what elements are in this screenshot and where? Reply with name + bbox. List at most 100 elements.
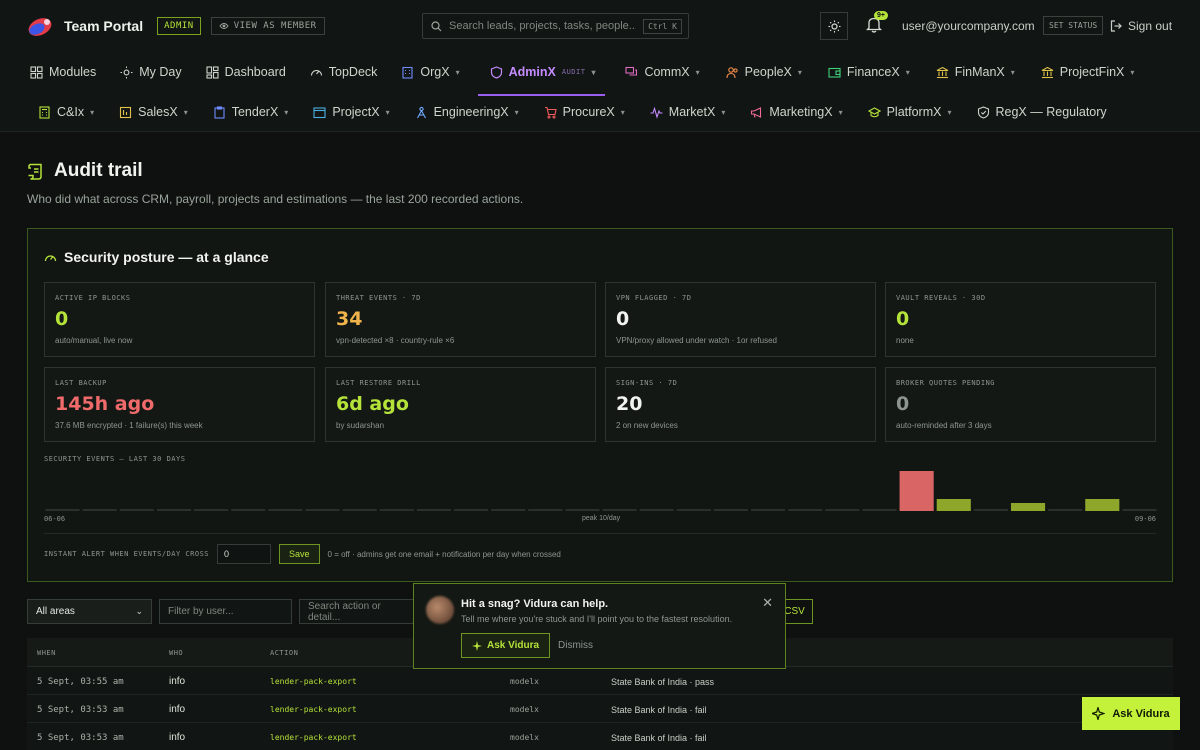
- nav-item-my-day[interactable]: My Day: [120, 60, 182, 84]
- nav-item-commx[interactable]: CommX ▾: [625, 60, 700, 84]
- nav-item-marketx[interactable]: MarketX ▾: [650, 100, 725, 124]
- nav-item-adminx[interactable]: AdminX AUDIT ▾: [477, 60, 606, 96]
- user-email[interactable]: user@yourcompany.com: [902, 19, 1035, 33]
- nav-item-label: FinManX: [954, 65, 1005, 79]
- cell-detail: State Bank of India · fail: [611, 733, 707, 743]
- column-header-who[interactable]: WHO: [169, 649, 183, 657]
- chart-bar: [825, 509, 860, 511]
- chart-bar: [342, 509, 377, 511]
- gauge-icon: [44, 254, 57, 261]
- nav-item-finmanx[interactable]: FinManX ▾: [936, 60, 1015, 84]
- close-icon[interactable]: ✕: [762, 595, 773, 611]
- nav-item-orgx[interactable]: OrgX ▾: [401, 60, 460, 84]
- nav-item-modules[interactable]: Modules: [30, 60, 96, 84]
- chart-title: SECURITY EVENTS — LAST 30 DAYS: [44, 455, 186, 463]
- chart-bar: [1010, 503, 1046, 511]
- nav-item-label: ProcureX: [562, 105, 615, 119]
- table-row[interactable]: 5 Sept, 03:55 am info lender-pack-export…: [27, 667, 1173, 695]
- sign-out-button[interactable]: Sign out: [1110, 19, 1172, 33]
- admin-badge: ADMIN: [157, 17, 201, 35]
- page-title-text: Audit trail: [54, 160, 143, 181]
- ask-vidura-popup-button[interactable]: Ask Vidura: [461, 633, 551, 658]
- cell-who: info: [169, 704, 186, 715]
- chart-bar: [156, 509, 192, 511]
- brand[interactable]: Team Portal ADMIN VIEW AS MEMBER: [27, 14, 325, 38]
- nav-item-dashboard[interactable]: Dashboard: [206, 60, 286, 84]
- stat-note: vpn-detected ×8 · country-rule ×6: [336, 336, 455, 345]
- chart-bar: [565, 509, 600, 511]
- action-search-input[interactable]: Search action or detail...: [299, 599, 419, 624]
- platform-icon: [867, 106, 881, 117]
- calculator-icon: [39, 105, 50, 119]
- nav-item-engineeringx[interactable]: EngineeringX ▾: [415, 100, 519, 124]
- nav-item-topdeck[interactable]: TopDeck: [310, 60, 378, 84]
- cell-area: modelx: [510, 677, 539, 686]
- chevron-down-icon: ▾: [385, 107, 390, 117]
- eye-icon: [219, 23, 229, 29]
- nav-item-label: MarketingX: [769, 105, 833, 119]
- chevron-down-icon: ▾: [1010, 67, 1015, 77]
- chart-bar: [602, 509, 637, 511]
- search-input[interactable]: Search leads, projects, tasks, people...: [449, 20, 636, 32]
- dismiss-button[interactable]: Dismiss: [558, 640, 593, 651]
- cart-icon: [544, 106, 557, 119]
- stat-label: VAULT REVEALS · 30D: [896, 294, 986, 302]
- nav-item-financex[interactable]: FinanceX ▾: [828, 60, 910, 84]
- sign-out-icon: [1110, 20, 1122, 32]
- nav-item-label: CommX: [644, 65, 690, 79]
- stat-label: THREAT EVENTS · 7D: [336, 294, 421, 302]
- nav-item-label: ProjectX: [332, 105, 380, 119]
- chart-bar: [862, 509, 897, 511]
- people-icon: [726, 66, 738, 78]
- nav-item-label: TopDeck: [328, 65, 378, 79]
- nav-item-platformx[interactable]: PlatformX ▾: [867, 100, 952, 124]
- sun-icon: [828, 20, 840, 32]
- column-header-when[interactable]: WHEN: [37, 649, 56, 657]
- building-icon: [402, 66, 413, 79]
- nav-item-procurex[interactable]: ProcureX ▾: [544, 100, 625, 124]
- chart-bar: [231, 509, 266, 511]
- stat-value: 0: [896, 393, 910, 415]
- chart-bar: [1085, 499, 1120, 511]
- nav-item-projectx[interactable]: ProjectX ▾: [313, 100, 390, 124]
- column-header-action[interactable]: ACTION: [270, 649, 298, 657]
- area-filter-value: All areas: [36, 606, 75, 617]
- user-filter-input[interactable]: Filter by user...: [159, 599, 292, 624]
- nav-item-projectfinx[interactable]: ProjectFinX ▾: [1041, 60, 1134, 84]
- save-threshold-button[interactable]: Save: [279, 544, 320, 564]
- chevron-down-icon: ▾: [947, 107, 952, 117]
- area-filter-select[interactable]: All areas ⌄: [27, 599, 152, 624]
- nav-item-salesx[interactable]: SalesX ▾: [119, 100, 188, 124]
- chart-bar: [453, 509, 489, 511]
- chevron-down-icon: ▾: [514, 107, 519, 117]
- table-row[interactable]: 5 Sept, 03:53 am info lender-pack-export…: [27, 723, 1173, 750]
- security-posture-panel: Security posture — at a glance ACTIVE IP…: [27, 228, 1173, 582]
- set-status-button[interactable]: SET STATUS: [1043, 16, 1104, 35]
- stat-value: 6d ago: [336, 393, 409, 415]
- global-search[interactable]: Search leads, projects, tasks, people...…: [422, 13, 689, 39]
- theme-toggle-button[interactable]: [820, 12, 848, 40]
- nav-item-marketingx[interactable]: MarketingX ▾: [750, 100, 843, 124]
- chart-bar: [491, 509, 526, 511]
- stat-note: VPN/proxy allowed under watch · 1or refu…: [616, 336, 777, 345]
- chart-bar: [1048, 509, 1083, 511]
- alert-threshold-input[interactable]: 0: [217, 544, 272, 564]
- nav-item-regx[interactable]: RegX — Regulatory: [977, 100, 1107, 124]
- nav-item-tenderx[interactable]: TenderX ▾: [213, 100, 288, 124]
- help-popup-title: Hit a snag? Vidura can help.: [461, 598, 609, 610]
- nav-item-peoplex[interactable]: PeopleX ▾: [726, 60, 802, 84]
- nav-item-label: C&Ix: [57, 105, 85, 119]
- nav-item-label: Dashboard: [224, 65, 286, 79]
- stat-note: 37.6 MB encrypted · 1 failure(s) this we…: [55, 421, 203, 430]
- chart-axis-end: 09-06: [1134, 515, 1156, 523]
- cell-who: info: [169, 676, 186, 687]
- nav-item-sublabel: AUDIT: [561, 68, 586, 76]
- table-row[interactable]: 5 Sept, 03:53 am info lender-pack-export…: [27, 695, 1173, 723]
- ask-vidura-button[interactable]: Ask Vidura: [1082, 697, 1180, 730]
- nav-item-label: ProjectFinX: [1059, 65, 1125, 79]
- view-as-member-button[interactable]: VIEW AS MEMBER: [210, 17, 325, 35]
- chevron-down-icon: ▾: [797, 67, 802, 77]
- stat-label: LAST RESTORE DRILL: [336, 379, 421, 387]
- chart-axis-start: 06-06: [44, 515, 66, 523]
- nav-item-cnix[interactable]: C&Ix ▾: [38, 100, 94, 124]
